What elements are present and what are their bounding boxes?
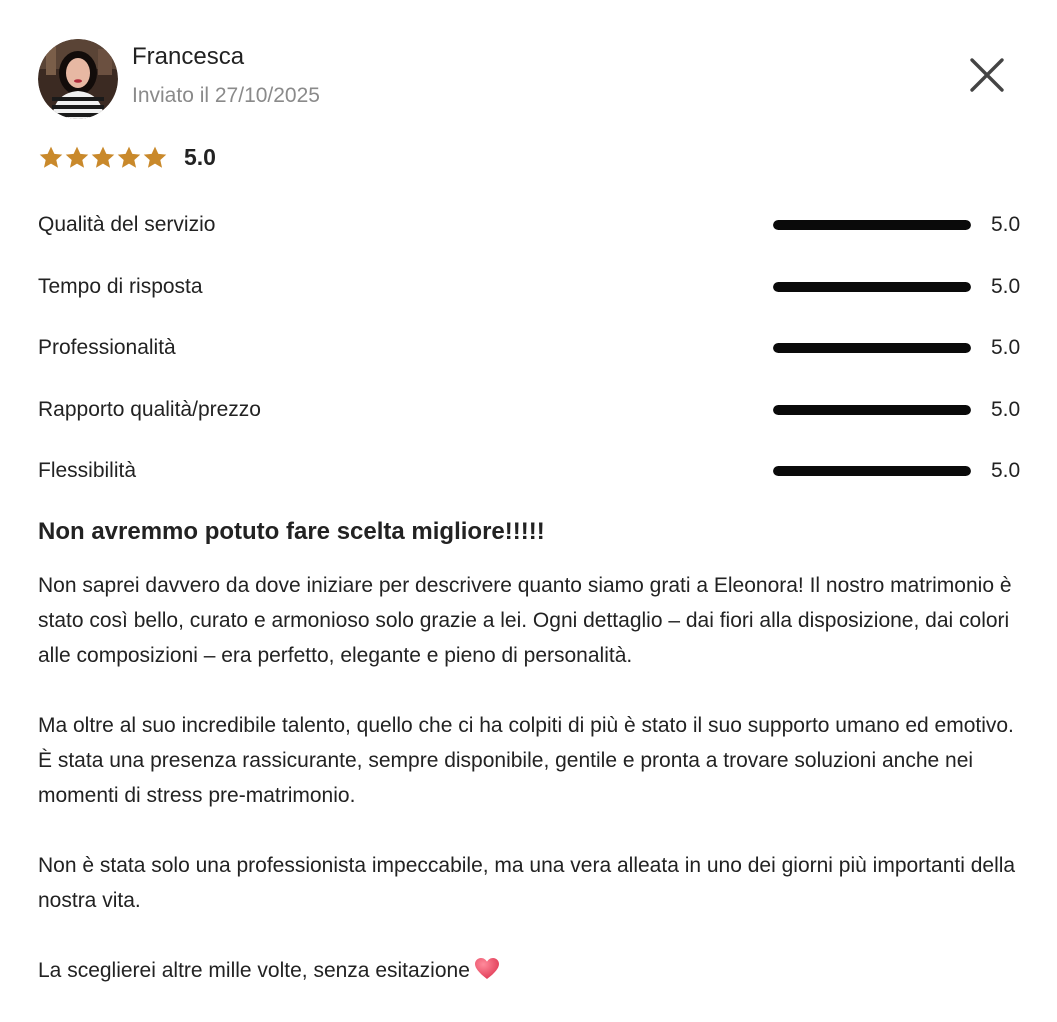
- rating-row: Flessibilità 5.0: [38, 456, 1028, 486]
- rating-value: 5.0: [991, 213, 1021, 236]
- rating-value: 5.0: [991, 459, 1021, 482]
- rating-label: Tempo di risposta: [38, 275, 203, 298]
- review-closing-line: La sceglierei altre mille volte, senza e…: [38, 953, 1028, 992]
- heart-icon: [474, 957, 500, 992]
- star-icon: [39, 146, 63, 168]
- review-paragraph: La sceglierei altre mille volte, senza e…: [38, 959, 470, 982]
- rating-bar: [773, 466, 971, 476]
- star-icon: [91, 146, 115, 168]
- review-paragraph: Non saprei davvero da dove iniziare per …: [38, 574, 1012, 667]
- author-name: Francesca: [132, 43, 245, 70]
- rating-bar-fill: [773, 220, 971, 230]
- overall-score: 5.0: [184, 144, 216, 170]
- author-avatar: [38, 39, 118, 119]
- rating-bar: [773, 343, 971, 353]
- star-icon: [65, 146, 89, 168]
- rating-bar: [773, 220, 971, 230]
- rating-label: Rapporto qualità/prezzo: [38, 398, 261, 421]
- rating-value: 5.0: [991, 275, 1021, 298]
- rating-bar: [773, 282, 971, 292]
- rating-row: Tempo di risposta 5.0: [38, 272, 1028, 302]
- review-paragraph: Ma oltre al suo incredibile talento, que…: [38, 714, 1014, 807]
- rating-bar-fill: [773, 405, 971, 415]
- review-paragraph: Non è stata solo una professionista impe…: [38, 854, 1016, 912]
- rating-bar-fill: [773, 343, 971, 353]
- close-icon: [970, 58, 1004, 92]
- sent-date: Inviato il 27/10/2025: [132, 84, 320, 107]
- rating-bar-fill: [773, 466, 971, 476]
- rating-row: Rapporto qualità/prezzo 5.0: [38, 395, 1028, 425]
- overall-star-rating: [38, 145, 168, 173]
- close-button[interactable]: [964, 52, 1010, 98]
- rating-label: Qualità del servizio: [38, 213, 216, 236]
- star-icon: [117, 146, 141, 168]
- rating-row: Qualità del servizio 5.0: [38, 210, 1028, 240]
- rating-value: 5.0: [991, 336, 1021, 359]
- rating-row: Professionalità 5.0: [38, 333, 1028, 363]
- review-modal: Francesca Inviato il 27/10/2025 5.0 Qual…: [0, 0, 1057, 1022]
- rating-value: 5.0: [991, 398, 1021, 421]
- rating-label: Professionalità: [38, 336, 176, 359]
- rating-bar-fill: [773, 282, 971, 292]
- star-icon: [143, 146, 167, 168]
- rating-bar: [773, 405, 971, 415]
- rating-label: Flessibilità: [38, 459, 137, 482]
- review-body: Non saprei davvero da dove iniziare per …: [38, 568, 1028, 1022]
- review-title: Non avremmo potuto fare scelta migliore!…: [38, 518, 545, 545]
